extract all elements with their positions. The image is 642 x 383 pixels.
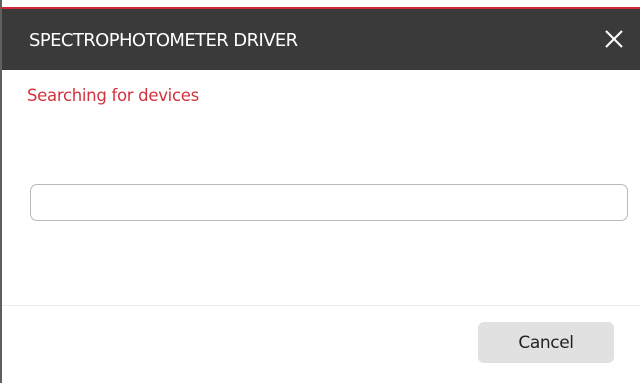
footer-divider bbox=[2, 305, 640, 306]
search-progress-bar bbox=[30, 184, 628, 221]
spectrophotometer-driver-dialog: SPECTROPHOTOMETER DRIVER Searching for d… bbox=[0, 0, 640, 383]
dialog-title: SPECTROPHOTOMETER DRIVER bbox=[29, 30, 298, 51]
search-status-text: Searching for devices bbox=[27, 86, 199, 105]
dialog-titlebar: SPECTROPHOTOMETER DRIVER bbox=[2, 9, 640, 70]
close-button[interactable] bbox=[601, 26, 627, 52]
cancel-button[interactable]: Cancel bbox=[478, 322, 614, 363]
close-icon bbox=[605, 30, 623, 48]
